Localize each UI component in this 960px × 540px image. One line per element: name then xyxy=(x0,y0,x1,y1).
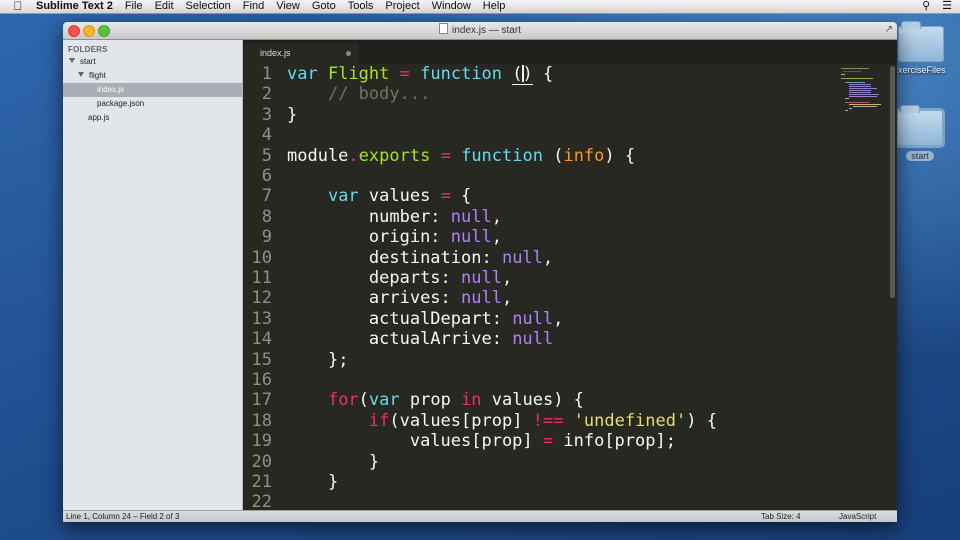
cursor-position-status: Line 1, Column 24 – Field 2 of 3 xyxy=(66,512,180,521)
tab-index-js[interactable]: index.js xyxy=(243,43,359,64)
line-number: 4 xyxy=(261,125,272,146)
menu-bar:  Sublime Text 2 File Edit Selection Fin… xyxy=(0,0,960,14)
document-icon xyxy=(439,23,449,34)
code-line: module.exports = function (info) { xyxy=(287,145,636,166)
sidebar-item-package-json[interactable]: package.json xyxy=(63,97,242,111)
menu-help[interactable]: Help xyxy=(477,0,512,13)
menu-edit[interactable]: Edit xyxy=(149,0,180,13)
disclosure-triangle-icon[interactable] xyxy=(78,72,84,77)
menu-goto[interactable]: Goto xyxy=(306,0,342,13)
window-titlebar[interactable]: index.js — start ↗ xyxy=(63,22,897,40)
menu-project[interactable]: Project xyxy=(379,0,425,13)
code-line: }; xyxy=(327,349,349,370)
vertical-scrollbar[interactable] xyxy=(890,66,895,298)
apple-icon[interactable]:  xyxy=(0,0,36,13)
desktop-folder-label: xerciseFiles xyxy=(898,65,946,75)
folder-icon xyxy=(895,105,945,148)
line-number: 13 xyxy=(251,308,272,329)
window-title: index.js — start xyxy=(63,23,897,36)
line-number: 10 xyxy=(251,247,272,268)
line-number: 9 xyxy=(261,227,272,248)
desktop-folder-start[interactable]: start xyxy=(895,105,945,164)
line-number: 16 xyxy=(251,370,272,390)
line-number: 2 xyxy=(261,84,272,105)
sublime-window: index.js — start ↗ FOLDERS start flight … xyxy=(63,22,897,522)
spotlight-search-icon[interactable]: ⚲ xyxy=(922,0,930,13)
line-number: 1 xyxy=(261,64,272,84)
line-number: 11 xyxy=(251,268,272,288)
line-number: 19 xyxy=(251,431,272,452)
sidebar-item-start[interactable]: start xyxy=(63,55,248,69)
line-number: 3 xyxy=(261,104,272,125)
line-number: 15 xyxy=(251,349,272,370)
code-line: actualDepart: null, xyxy=(368,308,564,329)
line-number: 12 xyxy=(251,288,272,309)
line-number: 22 xyxy=(251,492,272,510)
code-line: } xyxy=(287,104,298,125)
status-bar: Line 1, Column 24 – Field 2 of 3 Tab Siz… xyxy=(63,510,897,522)
code-line: // body... xyxy=(327,84,431,105)
tab-bar: index.js xyxy=(243,40,897,64)
menu-window[interactable]: Window xyxy=(426,0,477,13)
fullscreen-icon[interactable]: ↗ xyxy=(885,24,893,35)
line-number: 14 xyxy=(251,329,272,350)
desktop-folder-label: start xyxy=(906,151,934,161)
line-number: 8 xyxy=(261,206,272,227)
menu-tools[interactable]: Tools xyxy=(342,0,380,13)
code-line: } xyxy=(368,451,380,472)
line-number: 6 xyxy=(261,166,272,186)
disclosure-triangle-icon[interactable] xyxy=(69,58,75,63)
menu-file[interactable]: File xyxy=(119,0,149,13)
menu-find[interactable]: Find xyxy=(237,0,270,13)
desktop-folder-exercise-files[interactable]: xerciseFiles xyxy=(898,21,960,75)
tab-size-selector[interactable]: Tab Size: 4 xyxy=(761,511,801,522)
menu-app-name[interactable]: Sublime Text 2 xyxy=(36,0,119,13)
line-number: 5 xyxy=(261,145,272,166)
code-line: destination: null, xyxy=(368,247,554,268)
folder-icon xyxy=(898,21,944,62)
notification-list-icon[interactable]: ☰ xyxy=(942,0,952,13)
minimap[interactable] xyxy=(839,68,885,118)
sidebar-item-app-js[interactable]: app.js xyxy=(63,111,242,125)
line-number: 17 xyxy=(251,390,272,411)
line-number-gutter: 1 2 3 4 5 6 7 8 9 10 11 12 13 14 15 16 17 18 19 20 21 22 xyxy=(243,64,285,510)
code-line: departs: null, xyxy=(368,268,513,288)
code-line: actualArrive: null xyxy=(368,329,554,350)
sidebar-item-flight[interactable]: flight xyxy=(63,69,257,83)
line-number: 20 xyxy=(251,451,272,472)
menu-view[interactable]: View xyxy=(270,0,306,13)
code-line: values[prop] = info[prop]; xyxy=(409,431,676,452)
line-number: 18 xyxy=(251,410,272,431)
sidebar-item-index-js[interactable]: index.js xyxy=(63,83,242,97)
code-line: number: null, xyxy=(368,206,502,227)
sidebar: FOLDERS start flight index.js package.js… xyxy=(63,40,243,510)
tab-label: index.js xyxy=(260,48,291,58)
code-line: var Flight = function () { xyxy=(287,64,554,85)
syntax-selector[interactable]: JavaScript xyxy=(839,511,876,522)
line-number: 7 xyxy=(261,186,272,207)
menu-selection[interactable]: Selection xyxy=(180,0,237,13)
code-editor[interactable]: 1 2 3 4 5 6 7 8 9 10 11 12 13 14 15 16 17 18 19 20 21 22 var … xyxy=(243,64,897,510)
line-number: 21 xyxy=(251,472,272,492)
code-line: arrives: null, xyxy=(368,288,513,309)
code-line: origin: null, xyxy=(368,227,502,248)
code-line: } xyxy=(327,472,339,492)
code-line: for(var prop in values) { xyxy=(327,390,584,411)
code-line: var values = { xyxy=(327,186,472,207)
tab-close-dot-icon[interactable] xyxy=(346,51,351,56)
sidebar-header: FOLDERS xyxy=(68,45,108,54)
code-line: if(values[prop] !== 'undefined') { xyxy=(368,410,717,431)
